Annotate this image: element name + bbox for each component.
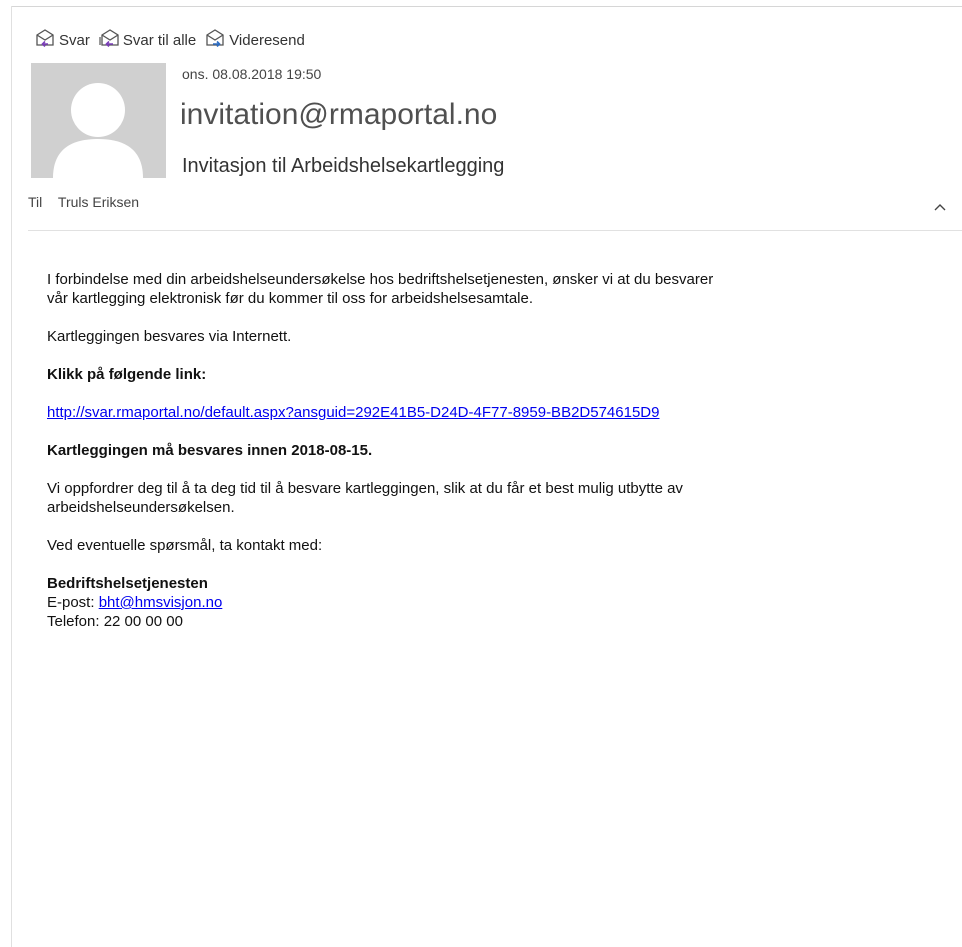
chevron-up-icon [934,204,946,211]
reply-label: Svar [59,31,90,49]
contact-email-row: E-post: bht@hmsvisjon.no [47,593,927,612]
forward-icon [205,29,229,51]
collapse-header-button[interactable] [932,200,948,212]
survey-link[interactable]: http://svar.rmaportal.no/default.aspx?an… [47,404,659,421]
reply-all-label: Svar til alle [122,31,197,49]
body-paragraph-intro-line2: vår kartlegging elektronisk før du komme… [47,290,534,307]
recipients-row: Til Truls Eriksen [28,194,139,210]
body-paragraph-internet: Kartleggingen besvares via Internett. [47,328,292,345]
message-body: I forbindelse med din arbeidshelseunders… [47,270,927,631]
reading-pane-border [11,6,12,947]
reply-button[interactable]: Svar [35,29,90,51]
person-silhouette-icon [31,63,166,178]
message-subject: Invitasjon til Arbeidshelsekartlegging [182,155,505,177]
forward-button[interactable]: Videresend [205,29,305,51]
sent-date: ons. 08.08.2018 19:50 [182,66,322,82]
body-paragraph-intro-line1: I forbindelse med din arbeidshelseunders… [47,271,714,288]
reply-icon [35,29,59,51]
sender-avatar [31,63,166,178]
reply-all-icon [99,29,123,51]
body-paragraph-encourage-line1: Vi oppfordrer deg til å ta deg tid til å… [47,480,683,497]
top-divider [12,6,962,7]
recipient-name[interactable]: Truls Eriksen [58,194,139,210]
body-deadline: Kartleggingen må besvares innen 2018-08-… [47,442,373,459]
contact-phone: Telefon: 22 00 00 00 [47,613,183,630]
body-paragraph-encourage-line2: arbeidshelseundersøkelsen. [47,499,235,516]
to-label: Til [28,194,43,210]
contact-email-label: E-post: [47,594,99,611]
forward-label: Videresend [229,31,305,49]
contact-organization: Bedriftshelsetjenesten [47,575,208,592]
body-link-heading: Klikk på følgende link: [47,366,207,383]
header-divider [28,230,962,231]
contact-email-link[interactable]: bht@hmsvisjon.no [99,594,223,611]
reply-all-button[interactable]: Svar til alle [99,29,196,51]
message-actions: Svar Svar til alle Videresend [35,29,314,51]
body-paragraph-contact: Ved eventuelle spørsmål, ta kontakt med: [47,537,323,554]
sender-address[interactable]: invitation@rmaportal.no [180,98,497,132]
